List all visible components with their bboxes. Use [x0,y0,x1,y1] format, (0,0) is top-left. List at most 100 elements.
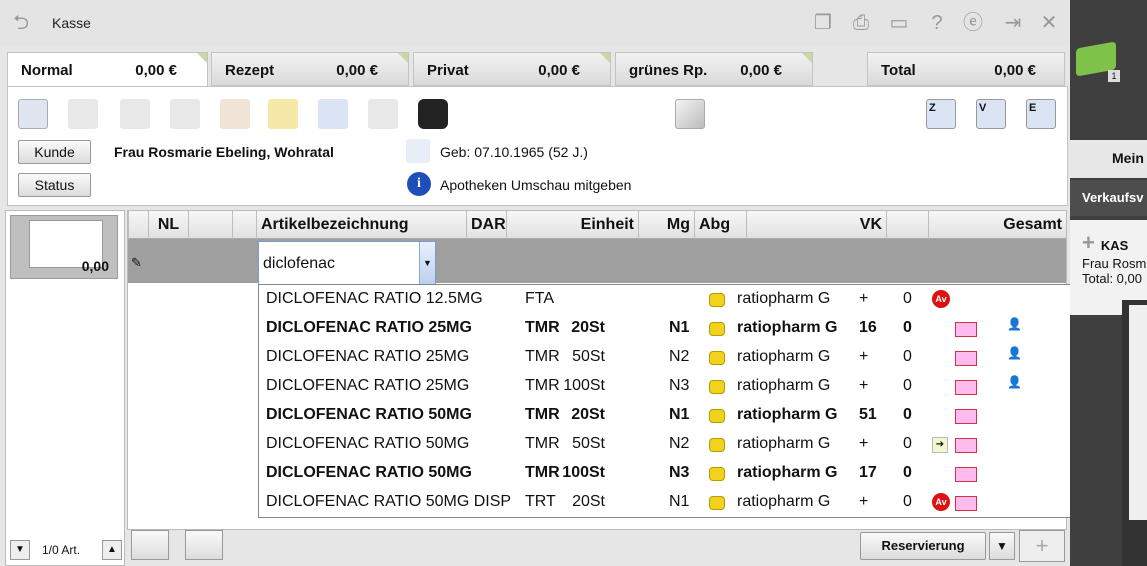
id-card-icon[interactable] [18,99,48,129]
result-abg: 0 [903,319,912,336]
person-check-icon: 👤 [1007,375,1022,389]
reservation-button[interactable]: Reservierung [860,532,986,560]
dots-grid-icon[interactable] [418,99,448,129]
result-row[interactable]: DICLOFENAC RATIO 25MG TMR 20St N1 ratiopharm… [259,314,1129,343]
z-patient-icon[interactable]: Z [926,99,956,129]
tab-total[interactable]: Total 0,00 € [867,52,1065,86]
kas-label: KAS [1100,238,1129,253]
exit-icon[interactable]: ⇥ [1000,10,1026,36]
result-dar: TMR [525,319,560,336]
e-patient-icon[interactable]: E [1026,99,1056,129]
window-title: Kasse [52,15,91,31]
copy-icon[interactable]: ❐ [810,10,836,36]
result-row[interactable]: DICLOFENAC RATIO 50MG TMR 20St N1 ratiopharm… [259,401,1129,430]
result-einheit: 20St [571,319,605,336]
result-n: N1 [669,493,690,510]
card-icon [955,409,977,424]
result-mg: + [859,493,869,510]
tab-gruenes-label: grünes Rp. [629,62,708,79]
printer-icon[interactable]: ⎙ [848,10,874,36]
person-check-icon: 👤 [1007,346,1022,360]
result-manufacturer: ratiopharm G [737,377,831,394]
customer-panel: Z V E Kunde Status Frau Rosmarie Ebeling… [7,86,1068,206]
result-einheit: 20St [572,493,605,510]
discount-icon[interactable] [220,99,250,129]
pill-icon [709,409,725,423]
header-artikel[interactable]: Artikelbezeichnung [256,211,466,239]
back-arrow-icon[interactable]: ⮌ [8,10,34,36]
tab-privat[interactable]: Privat 0,00 € [413,52,611,86]
result-row[interactable]: DICLOFENAC RATIO 50MG TMR 50St N2 ratiopharm… [259,430,1129,459]
tab-rezept[interactable]: Rezept 0,00 € [211,52,409,86]
result-row[interactable]: DICLOFENAC RATIO 12.5MG FTA ratiopharm G +0… [259,285,1129,314]
result-row[interactable]: DICLOFENAC RATIO 50MG TMR 100St N3 ratiophar… [259,459,1129,488]
result-row[interactable]: DICLOFENAC RATIO 25MG TMR 50St N2 ratiopharm… [259,343,1129,372]
pin-icon[interactable] [368,99,398,129]
result-name: DICLOFENAC RATIO 50MG [266,435,470,452]
result-name: DICLOFENAC RATIO 50MG DISP [266,493,512,510]
chevron-down-icon[interactable]: ▼ [419,242,435,284]
close-icon[interactable]: ✕ [1036,10,1062,36]
patient-doc-icon[interactable] [318,99,348,129]
search-value: diclofenac [263,255,336,272]
plus-icon[interactable]: + [1082,230,1095,255]
header-gesamt[interactable]: Gesamt [928,211,1066,239]
tab-gruenes-value: 0,00 € [740,62,782,79]
header-einheit[interactable]: Einheit [506,211,638,239]
reservation-dropdown-icon[interactable]: ▼ [989,532,1015,560]
header-spacer [188,211,232,239]
handshake-icon[interactable] [68,99,98,129]
header-dar[interactable]: DAR [466,211,506,239]
result-mg: 51 [859,406,877,423]
result-n: N2 [669,348,690,365]
fold-corner-icon [600,53,610,63]
result-mg: + [859,377,869,394]
article-search-input[interactable]: diclofenac ▼ [258,241,436,285]
header-abg[interactable]: Abg [694,211,746,239]
tab-gruenes-rezept[interactable]: grünes Rp. 0,00 € [615,52,813,86]
mein-label[interactable]: Mein [1070,140,1147,178]
pencil-icon: ✎ [131,255,142,270]
sun-icon[interactable] [268,99,298,129]
search-results-dropdown: DICLOFENAC RATIO 12.5MG FTA ratiopharm G +0… [258,284,1146,518]
result-dar: TMR [525,435,560,452]
result-name: DICLOFENAC RATIO 50MG [266,464,472,481]
kunde-button[interactable]: Kunde [18,140,91,164]
result-name: DICLOFENAC RATIO 12.5MG [266,290,483,307]
pill-icon [709,496,725,510]
header-nl[interactable]: NL [148,211,188,239]
basket-card[interactable]: 0,00 [10,215,118,279]
scroll-down-icon[interactable]: ▼ [10,540,30,560]
header-vk[interactable]: VK [746,211,886,239]
customers-icon[interactable] [170,99,200,129]
add-icon[interactable]: + [1019,530,1065,562]
result-name: DICLOFENAC RATIO 25MG [266,377,470,394]
print-form-icon[interactable] [120,99,150,129]
right-sidebar: 1 Mein Verkaufsv + KAS Frau Rosm Total: 0… [1070,0,1147,566]
person-remove-icon[interactable] [406,139,430,163]
result-dar: FTA [525,290,555,307]
scroll-up-icon[interactable]: ▲ [102,540,122,560]
result-row[interactable]: DICLOFENAC RATIO 50MG DISP TRT 20St N1 ratio… [259,488,1129,517]
monitor-icon[interactable]: ▭ [886,10,912,36]
fold-corner-icon [197,53,207,63]
info-icon: i [407,172,431,196]
result-row[interactable]: DICLOFENAC RATIO 25MG TMR 100St N3 ratiophar… [259,372,1129,401]
bottom-toolbar: Reservierung ▼ + [127,530,1067,564]
square-icon[interactable] [675,99,705,129]
status-button[interactable]: Status [18,173,91,197]
right-scrollbar[interactable] [1129,305,1147,520]
result-manufacturer: ratiopharm G [737,319,838,336]
export-list-icon[interactable] [185,530,223,560]
basket-column: 0,00 ▼ 1/0 Art. ▲ [5,210,125,566]
result-abg: 0 [903,406,912,423]
result-name: DICLOFENAC RATIO 25MG [266,319,472,336]
result-n: N1 [669,319,690,336]
header-mg[interactable]: Mg [638,211,694,239]
tab-total-value: 0,00 € [994,62,1036,79]
help-icon[interactable]: ? [924,10,950,36]
import-list-icon[interactable] [131,530,169,560]
tab-normal[interactable]: Normal 0,00 € [7,52,208,88]
edge-e-icon[interactable]: ⓔ [960,10,986,36]
v-patient-icon[interactable]: V [976,99,1006,129]
